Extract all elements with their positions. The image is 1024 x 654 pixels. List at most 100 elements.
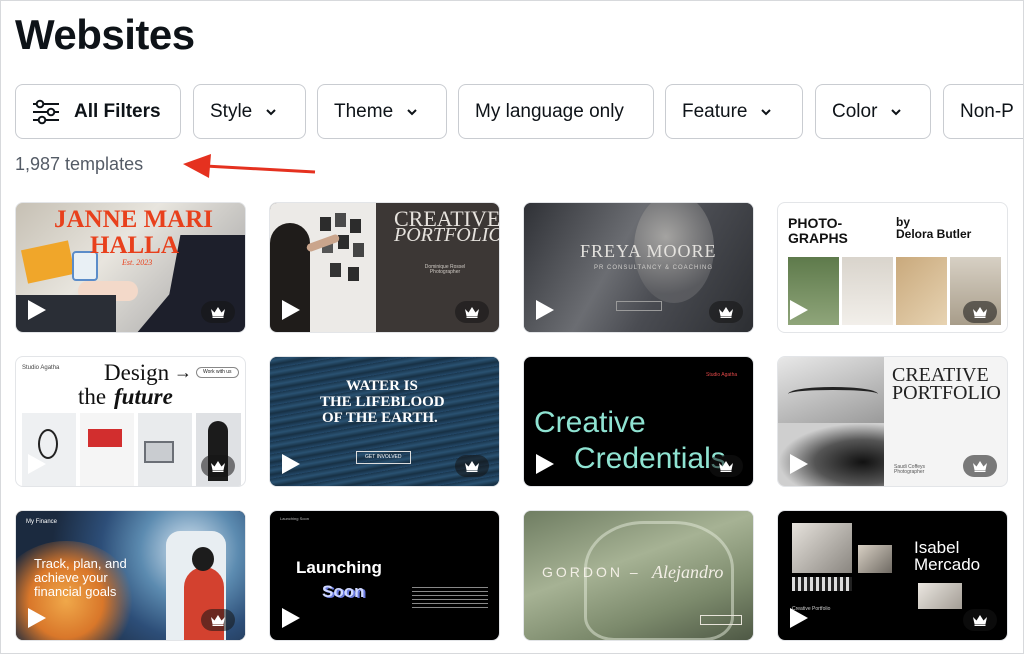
- play-icon: [282, 454, 300, 474]
- crown-icon: [709, 301, 743, 323]
- template-title: PORTFOLIO: [892, 382, 1001, 404]
- template-thumbnail: [788, 387, 878, 401]
- template-brand: Launching Soon: [280, 516, 309, 521]
- template-title: achieve your: [34, 570, 108, 585]
- crown-icon: [963, 455, 997, 477]
- play-icon: [790, 300, 808, 320]
- template-card[interactable]: JANNE MARI HALLA Est. 2023: [15, 202, 246, 333]
- template-thumbnail: [144, 441, 174, 463]
- template-title: Alejandro: [652, 562, 724, 582]
- template-brand: My Finance: [26, 519, 58, 525]
- template-card[interactable]: My Finance Track, plan, and achieve your…: [15, 510, 246, 641]
- play-icon: [28, 608, 46, 628]
- crown-icon: [709, 455, 743, 477]
- crown-icon: [963, 301, 997, 323]
- template-thumbnail: [350, 219, 361, 233]
- play-icon: [282, 608, 300, 628]
- template-thumbnail: [335, 213, 346, 227]
- color-filter-label: Color: [832, 100, 878, 122]
- crown-icon: [201, 301, 235, 323]
- template-button: GET INVOLVED: [356, 451, 411, 465]
- template-title: Soon: [322, 582, 365, 601]
- template-title: Mercado: [914, 555, 981, 574]
- template-card[interactable]: Studio Agatha Creative Credentials: [523, 356, 754, 487]
- template-card[interactable]: CREATIVE PORTFOLIO Saudi Coffeys Photogr…: [777, 356, 1008, 487]
- template-brand: Studio Agatha: [22, 365, 60, 371]
- my-language-only-label: My language only: [475, 100, 624, 122]
- template-thumbnail: [412, 587, 488, 609]
- crown-icon: [201, 455, 235, 477]
- style-filter-dropdown[interactable]: Style: [193, 84, 306, 139]
- page-title: Websites: [15, 11, 195, 58]
- feature-filter-label: Feature: [682, 100, 748, 122]
- template-card[interactable]: Studio Agatha Design → the future Work w…: [15, 356, 246, 487]
- template-thumbnail: [792, 577, 852, 591]
- theme-filter-label: Theme: [334, 100, 394, 122]
- arrow-right-icon: →: [174, 362, 192, 382]
- template-thumbnail: [80, 413, 134, 486]
- play-icon: [536, 300, 554, 320]
- template-title: GORDON –: [542, 564, 641, 580]
- all-filters-button[interactable]: All Filters: [15, 84, 181, 139]
- template-title: JANNE MARI: [54, 206, 214, 233]
- play-icon: [790, 454, 808, 474]
- template-thumbnail: [616, 301, 662, 311]
- template-thumbnail: [320, 217, 331, 231]
- template-thumbnail: [918, 583, 962, 609]
- template-title: future: [114, 384, 173, 409]
- style-filter-label: Style: [210, 100, 253, 122]
- template-thumbnail: [896, 257, 947, 325]
- filter-bar: All Filters Style Theme My language only…: [15, 84, 1023, 140]
- template-subtitle: Delora Butler: [896, 227, 972, 241]
- template-title: OF THE EARTH.: [322, 410, 438, 426]
- template-thumbnail: [700, 615, 742, 625]
- template-caption: Saudi Coffeys Photographer: [894, 464, 926, 476]
- template-thumbnail: [858, 545, 892, 573]
- play-icon: [790, 608, 808, 628]
- template-card[interactable]: WATER IS THE LIFEBLOOD OF THE EARTH. GET…: [269, 356, 500, 487]
- template-caption: Dominique Rossel Photographer: [424, 264, 466, 276]
- template-thumbnail: [192, 547, 214, 571]
- chevron-down-icon: [891, 107, 902, 117]
- play-icon: [28, 454, 46, 474]
- my-language-only-toggle[interactable]: My language only: [458, 84, 654, 139]
- crown-icon: [963, 609, 997, 631]
- template-thumbnail: [353, 243, 364, 257]
- all-filters-label: All Filters: [74, 100, 161, 122]
- template-title: WATER IS: [346, 378, 418, 394]
- template-thumbnail: [348, 267, 359, 281]
- feature-filter-dropdown[interactable]: Feature: [665, 84, 803, 139]
- template-thumbnail: [338, 235, 349, 249]
- template-title: Creative: [534, 406, 646, 439]
- color-filter-dropdown[interactable]: Color: [815, 84, 931, 139]
- template-button: Work with us: [196, 367, 239, 379]
- template-card[interactable]: Isabel Mercado Creative Portfolio: [777, 510, 1008, 641]
- non-p-filter-dropdown[interactable]: Non-P: [943, 84, 1023, 139]
- page-frame: Websites All Filters Style Theme My lang…: [0, 0, 1024, 654]
- template-title: Launching: [296, 558, 382, 577]
- template-card[interactable]: PHOTO-GRAPHS by Delora Butler: [777, 202, 1008, 333]
- template-thumbnail: [792, 523, 852, 573]
- template-title: Track, plan, and: [34, 556, 127, 571]
- chevron-down-icon: [266, 107, 276, 117]
- red-arrow-icon: [183, 154, 316, 178]
- non-p-filter-label: Non-P: [960, 100, 1014, 122]
- template-card[interactable]: GORDON – Alejandro: [523, 510, 754, 641]
- crown-icon: [455, 455, 489, 477]
- template-thumbnail: [88, 429, 122, 447]
- template-card[interactable]: Launching Soon Launching Soon: [269, 510, 500, 641]
- play-icon: [282, 300, 300, 320]
- template-card[interactable]: CREATIVE PORTFOLIO Dominique Rossel Phot…: [269, 202, 500, 333]
- template-title: the: [78, 384, 107, 409]
- template-thumbnail: [330, 263, 341, 277]
- template-title: Credentials: [574, 442, 726, 475]
- template-title: Design: [104, 360, 170, 385]
- template-count: 1,987 templates: [15, 154, 144, 174]
- template-title: HALLA: [90, 232, 179, 259]
- theme-filter-dropdown[interactable]: Theme: [317, 84, 447, 139]
- template-title: THE LIFEBLOOD: [320, 394, 445, 410]
- chevron-down-icon: [407, 107, 417, 117]
- template-thumbnail: [842, 257, 893, 325]
- template-card[interactable]: FREYA MOORE PR CONSULTANCY & COACHING: [523, 202, 754, 333]
- crown-icon: [455, 301, 489, 323]
